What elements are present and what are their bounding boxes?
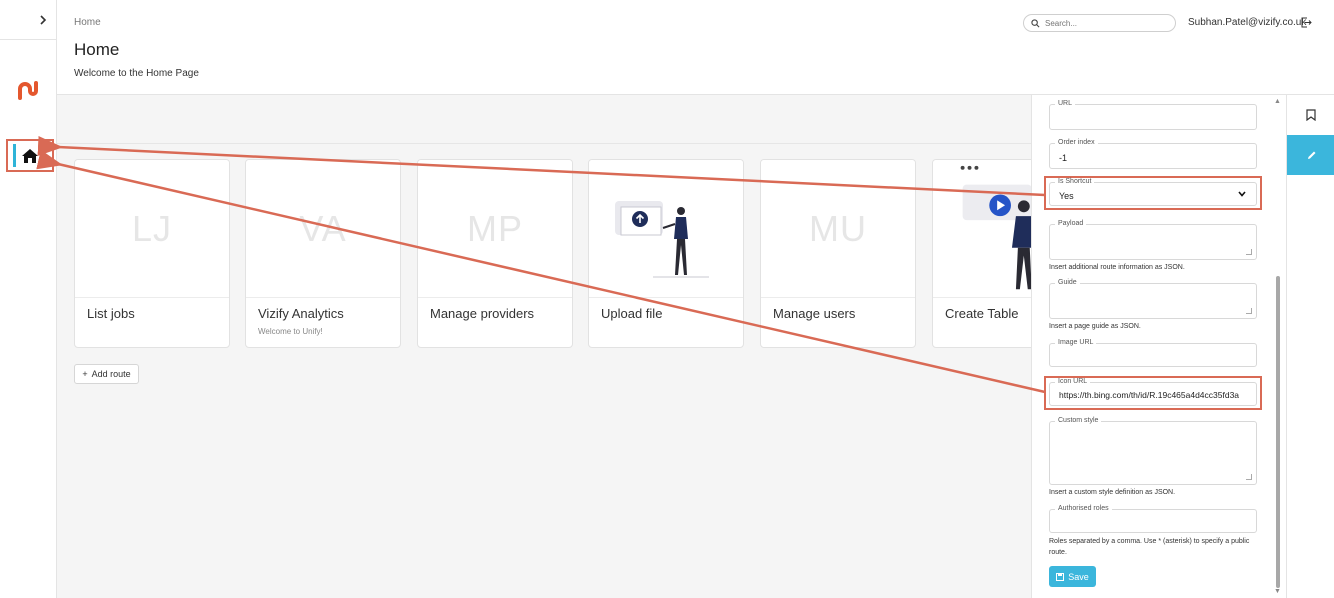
upload-illustration <box>615 200 709 277</box>
user-email[interactable]: Subhan.Patel@vizify.co.uk <box>1188 17 1306 28</box>
cards-divider <box>57 143 1031 144</box>
logout-icon[interactable] <box>1301 17 1312 28</box>
route-card-upload-file[interactable]: Upload file <box>588 159 744 348</box>
active-indicator <box>13 144 16 167</box>
scroll-up-arrow[interactable]: ▲ <box>1274 98 1281 105</box>
custom-style-label: Custom style <box>1055 417 1102 424</box>
rail-toggle-button[interactable] <box>0 0 57 40</box>
save-label: Save <box>1068 571 1089 582</box>
guide-hint: Insert a page guide as JSON. <box>1049 323 1141 330</box>
left-rail <box>0 0 57 598</box>
route-card-manage-users[interactable]: MU Manage users <box>760 159 916 348</box>
resize-handle[interactable] <box>1246 249 1252 255</box>
card-description: Welcome to Unify! <box>258 327 323 336</box>
search-box[interactable] <box>1023 14 1176 32</box>
url-label: URL <box>1055 100 1076 107</box>
authorised-roles-field[interactable]: Authorised roles <box>1049 505 1257 533</box>
page-header: Home Home Welcome to the Home Page Subha… <box>57 0 1334 95</box>
authorised-roles-hint: Roles separated by a comma. Use * (aster… <box>1049 538 1250 556</box>
guide-field[interactable]: Guide <box>1049 279 1257 319</box>
chevron-right-icon <box>39 14 46 25</box>
payload-label: Payload <box>1055 220 1087 227</box>
card-thumbnail: MP <box>418 160 572 297</box>
icon-url-value: https://th.bing.com/th/id/R.19c465a4d4cc… <box>1059 390 1240 400</box>
route-card-list-jobs[interactable]: LJ List jobs <box>74 159 230 348</box>
bookmark-icon <box>1306 109 1316 121</box>
brand-logo <box>18 81 38 100</box>
panel-scrollbar[interactable]: ▲ ▼ <box>1274 98 1282 596</box>
sidebar-item-home[interactable] <box>6 139 54 172</box>
card-label: List jobs <box>87 306 135 321</box>
image-url-field[interactable]: Image URL <box>1049 339 1257 367</box>
save-button[interactable]: Save <box>1049 566 1096 587</box>
search-input[interactable] <box>1045 18 1165 28</box>
right-icon-strip <box>1286 95 1334 598</box>
route-card-manage-providers[interactable]: MP Manage providers <box>417 159 573 348</box>
home-icon <box>22 148 38 163</box>
plus-icon: + <box>82 369 88 379</box>
bookmark-button[interactable] <box>1287 95 1334 135</box>
card-initials: MU <box>809 207 867 249</box>
card-thumbnail: VA <box>246 160 400 297</box>
is-shortcut-select[interactable]: Is Shortcut Yes <box>1049 178 1257 206</box>
resize-handle[interactable] <box>1246 308 1252 314</box>
resize-handle[interactable] <box>1246 474 1252 480</box>
breadcrumb[interactable]: Home <box>74 17 101 28</box>
route-card-vizify-analytics[interactable]: VA Vizify Analytics Welcome to Unify! <box>245 159 401 348</box>
card-thumbnail: MU <box>761 160 915 297</box>
scrollbar-thumb[interactable] <box>1276 276 1280 588</box>
icon-url-field[interactable]: Icon URL https://th.bing.com/th/id/R.19c… <box>1049 378 1257 406</box>
chevron-down-icon <box>1238 191 1246 197</box>
card-initials: VA <box>299 207 347 249</box>
authorised-roles-label: Authorised roles <box>1055 505 1112 512</box>
payload-field[interactable]: Payload <box>1049 220 1257 260</box>
card-label: Manage users <box>773 306 856 321</box>
url-field[interactable]: URL <box>1049 100 1257 130</box>
card-label: Upload file <box>601 306 663 321</box>
guide-label: Guide <box>1055 279 1080 286</box>
icon-url-label: Icon URL <box>1055 378 1091 385</box>
card-label: Create Table <box>945 306 1019 321</box>
image-url-label: Image URL <box>1055 339 1097 346</box>
card-initials: LJ <box>131 207 173 249</box>
page-subtitle: Welcome to the Home Page <box>74 68 199 79</box>
order-index-value: -1 <box>1059 153 1068 163</box>
add-route-label: Add route <box>91 369 131 379</box>
order-index-label: Order index <box>1055 139 1098 146</box>
custom-style-hint: Insert a custom style definition as JSON… <box>1049 489 1176 496</box>
custom-style-field[interactable]: Custom style <box>1049 417 1257 485</box>
page-title: Home <box>74 40 120 59</box>
payload-hint: Insert additional route information as J… <box>1049 264 1185 271</box>
search-icon <box>1031 18 1040 27</box>
pencil-icon <box>1307 151 1315 159</box>
order-index-field[interactable]: Order index -1 <box>1049 139 1257 169</box>
card-thumbnail: LJ <box>75 160 229 297</box>
main-content: LJ List jobs VA Vizify Analytics Welcome… <box>57 95 1088 598</box>
app-root: Home Home Welcome to the Home Page Subha… <box>0 0 1334 598</box>
card-initials: MP <box>467 207 523 249</box>
scroll-down-arrow[interactable]: ▼ <box>1274 588 1281 595</box>
card-thumbnail <box>589 160 743 297</box>
is-shortcut-value: Yes <box>1059 191 1074 201</box>
is-shortcut-label: Is Shortcut <box>1055 178 1095 185</box>
route-edit-panel: URL Order index -1 Is Shortcut Yes Paylo… <box>1031 95 1286 598</box>
floppy-icon <box>1056 572 1065 581</box>
card-label: Vizify Analytics <box>258 306 344 321</box>
card-label: Manage providers <box>430 306 535 321</box>
add-route-button[interactable]: + Add route <box>74 364 139 384</box>
edit-button[interactable] <box>1287 135 1334 175</box>
